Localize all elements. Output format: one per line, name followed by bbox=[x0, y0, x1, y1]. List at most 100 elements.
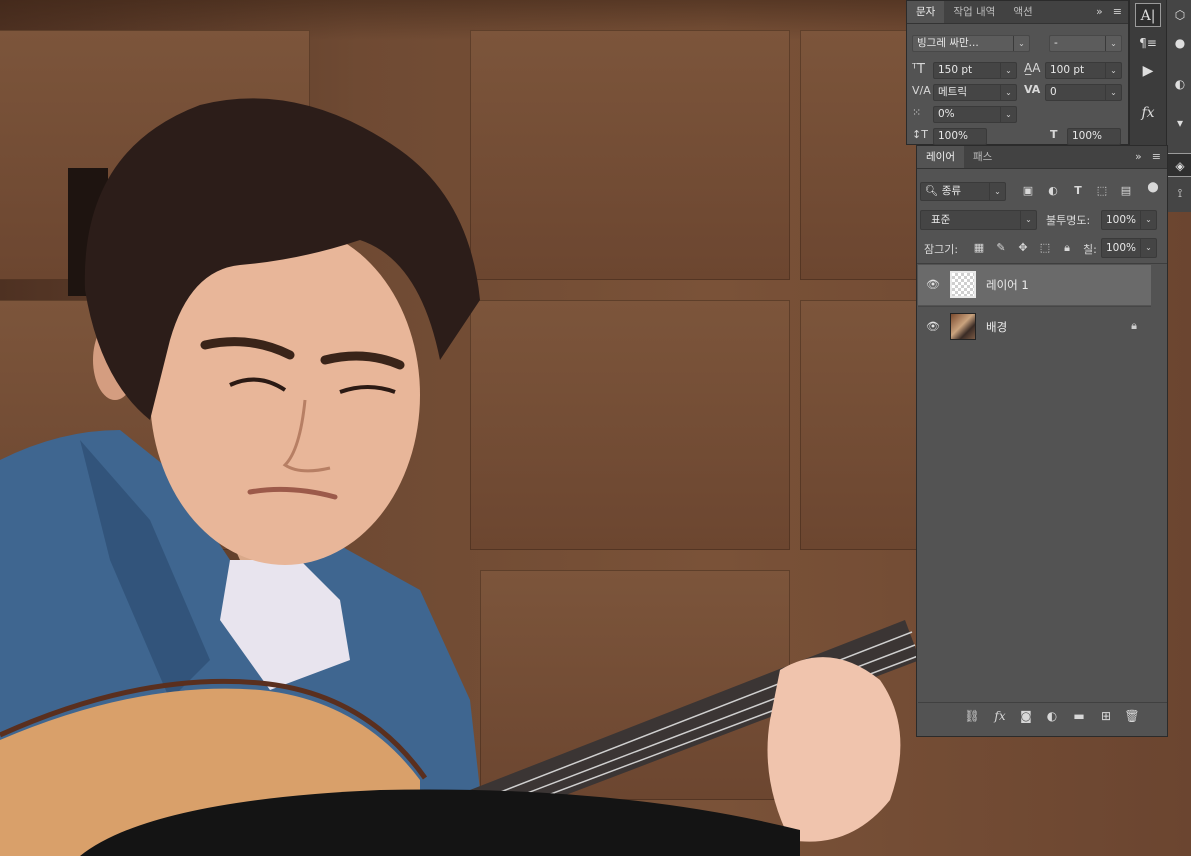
font-style-select[interactable]: - ⌄ bbox=[1049, 35, 1122, 52]
layer-thumbnail bbox=[950, 271, 976, 298]
blend-mode-value: 표준 bbox=[931, 214, 951, 226]
font-style-value: - bbox=[1054, 37, 1058, 49]
adjustment-layer-icon[interactable]: ◐ bbox=[1044, 709, 1060, 723]
layers-icon[interactable]: ◈ bbox=[1167, 153, 1191, 177]
double-chevron-icon[interactable]: » bbox=[1135, 146, 1142, 168]
font-size-value: 150 pt bbox=[938, 64, 973, 76]
fill-value: 100% bbox=[1106, 242, 1137, 254]
blend-mode-select[interactable]: 표준 ⌄ bbox=[920, 210, 1037, 230]
leading-value: 100 pt bbox=[1050, 64, 1085, 76]
filter-shape-icon[interactable]: ⬚ bbox=[1094, 183, 1110, 199]
fx-icon[interactable]: fx bbox=[992, 709, 1008, 723]
chevron-down-icon: ⌄ bbox=[989, 183, 1005, 200]
adjustments-icon[interactable]: ◐ bbox=[1167, 72, 1191, 96]
horizontal-scale-value: 100% bbox=[1072, 130, 1103, 142]
search-icon: 🔍︎ bbox=[925, 185, 939, 197]
tab-character[interactable]: 문자 bbox=[907, 1, 945, 23]
fill-field[interactable]: 100% ⌄ bbox=[1101, 238, 1157, 258]
kerning-icon: V/A bbox=[912, 84, 931, 97]
filter-toggle-icon[interactable]: ⬤ bbox=[1145, 180, 1161, 196]
opacity-value: 100% bbox=[1106, 214, 1137, 226]
filter-pixel-icon[interactable]: ▣ bbox=[1020, 183, 1036, 199]
layers-bottom-bar: ⛓︎ fx ◙ ◐ ▬ ⊞ 🗑︎ bbox=[918, 702, 1167, 733]
vertical-scale-icon: ↕T bbox=[912, 128, 928, 141]
tsume-value: 0% bbox=[938, 108, 955, 120]
layer-row-layer1[interactable]: 👁︎ 레이어 1 bbox=[918, 265, 1151, 305]
layer-name[interactable]: 배경 bbox=[986, 319, 1007, 335]
lock-artboard-icon[interactable]: ⬚ bbox=[1037, 240, 1053, 256]
visibility-eye-icon[interactable]: 👁︎ bbox=[926, 278, 940, 292]
lock-image-icon[interactable]: ✎ bbox=[993, 240, 1009, 256]
layer-row-background[interactable]: 👁︎ 배경 🔒︎ bbox=[918, 306, 1151, 347]
leading-icon: A̲A bbox=[1024, 61, 1041, 75]
brush-icon[interactable]: ▾ bbox=[1167, 111, 1191, 135]
opacity-field[interactable]: 100% ⌄ bbox=[1101, 210, 1157, 230]
delete-layer-icon[interactable]: 🗑︎ bbox=[1124, 709, 1140, 723]
vertical-scale-value: 100% bbox=[938, 130, 969, 142]
layer-filter-select[interactable]: 🔍︎ 종류 ⌄ bbox=[920, 182, 1006, 201]
lock-position-icon[interactable]: ✥ bbox=[1015, 240, 1031, 256]
font-size-field[interactable]: 150 pt ⌄ bbox=[933, 62, 1017, 79]
tracking-value: 0 bbox=[1050, 86, 1057, 98]
chevron-down-icon: ⌄ bbox=[1013, 36, 1029, 51]
leading-field[interactable]: 100 pt ⌄ bbox=[1045, 62, 1122, 79]
character-tabbar: 문자 작업 내역 액션 » ≡ bbox=[907, 1, 1128, 24]
horizontal-scale-field[interactable]: 100% bbox=[1067, 128, 1121, 145]
tab-actions[interactable]: 액션 bbox=[1004, 1, 1041, 23]
font-size-icon: ᵀT bbox=[912, 62, 925, 77]
paths-icon[interactable]: ⟟ bbox=[1167, 181, 1191, 205]
tracking-select[interactable]: 0 ⌄ bbox=[1045, 84, 1122, 101]
visibility-eye-icon[interactable]: 👁︎ bbox=[926, 320, 940, 334]
chevron-down-icon: ⌄ bbox=[1105, 63, 1121, 78]
color-icon[interactable]: ● bbox=[1167, 31, 1191, 55]
chevron-down-icon: ⌄ bbox=[1020, 211, 1036, 229]
horizontal-scale-icon: T bbox=[1050, 128, 1058, 141]
divider bbox=[917, 263, 1167, 264]
layer-name[interactable]: 레이어 1 bbox=[986, 277, 1029, 293]
lock-icon: 🔒︎ bbox=[1131, 319, 1137, 332]
filter-adjustment-icon[interactable]: ◐ bbox=[1045, 183, 1061, 199]
paragraph-panel-icon[interactable]: ¶≡ bbox=[1135, 31, 1161, 55]
chevron-down-icon: ⌄ bbox=[1140, 211, 1156, 229]
lock-label: 잠그기: bbox=[924, 243, 959, 256]
kerning-select[interactable]: 메트릭 ⌄ bbox=[933, 84, 1017, 101]
layer-filter-value: 종류 bbox=[941, 185, 962, 197]
tab-layers[interactable]: 레이어 bbox=[917, 146, 964, 168]
layers-tabbar: 레이어 패스 » ≡ bbox=[917, 146, 1167, 169]
opacity-label: 불투명도: bbox=[1046, 214, 1091, 227]
chevron-down-icon: ⌄ bbox=[1000, 107, 1016, 122]
new-layer-icon[interactable]: ⊞ bbox=[1098, 709, 1114, 723]
font-family-select[interactable]: 빙그레 싸만... ⌄ bbox=[912, 35, 1030, 52]
panel-menu-icon[interactable]: ≡ bbox=[1113, 1, 1122, 23]
tab-paths[interactable]: 패스 bbox=[964, 146, 1001, 168]
hand bbox=[767, 657, 901, 842]
fx-styles-icon[interactable]: fx bbox=[1135, 101, 1161, 125]
tsume-select[interactable]: 0% ⌄ bbox=[933, 106, 1017, 123]
add-mask-icon[interactable]: ◙ bbox=[1018, 709, 1034, 723]
tracking-icon: VA bbox=[1024, 83, 1041, 96]
collapsed-dock: ⬡ ● ◐ ▾ ◈ ⟟ bbox=[1166, 0, 1191, 212]
chevron-down-icon: ⌄ bbox=[1000, 85, 1016, 100]
filter-smart-object-icon[interactable]: ▤ bbox=[1118, 183, 1134, 199]
chevron-down-icon: ⌄ bbox=[1105, 36, 1121, 51]
character-panel: 문자 작업 내역 액션 » ≡ 빙그레 싸만... ⌄ - ⌄ ᵀT 150 p… bbox=[906, 0, 1129, 145]
tsume-icon: ⁙ bbox=[912, 106, 922, 119]
lock-transparent-icon[interactable]: ▦ bbox=[971, 240, 987, 256]
panel-menu-icon[interactable]: ≡ bbox=[1152, 146, 1161, 168]
double-chevron-icon[interactable]: » bbox=[1096, 1, 1103, 23]
lock-all-icon[interactable]: 🔒︎ bbox=[1059, 240, 1075, 256]
chevron-down-icon: ⌄ bbox=[1000, 63, 1016, 78]
layers-panel: 레이어 패스 » ≡ bbox=[916, 145, 1168, 737]
character-panel-icon[interactable]: A| bbox=[1135, 3, 1161, 27]
fill-label: 칠: bbox=[1083, 243, 1097, 256]
new-group-icon[interactable]: ▬ bbox=[1071, 709, 1087, 723]
play-action-icon[interactable]: ▶ bbox=[1135, 59, 1161, 83]
chevron-down-icon: ⌄ bbox=[1105, 85, 1121, 100]
filter-type-icon[interactable]: T bbox=[1070, 183, 1086, 199]
font-family-value: 빙그레 싸만... bbox=[917, 37, 979, 49]
layer-thumbnail bbox=[950, 313, 976, 340]
vertical-scale-field[interactable]: 100% bbox=[933, 128, 987, 145]
3d-cube-icon[interactable]: ⬡ bbox=[1167, 3, 1191, 27]
tab-history[interactable]: 작업 내역 bbox=[944, 1, 1004, 23]
link-layers-icon[interactable]: ⛓︎ bbox=[964, 709, 980, 723]
